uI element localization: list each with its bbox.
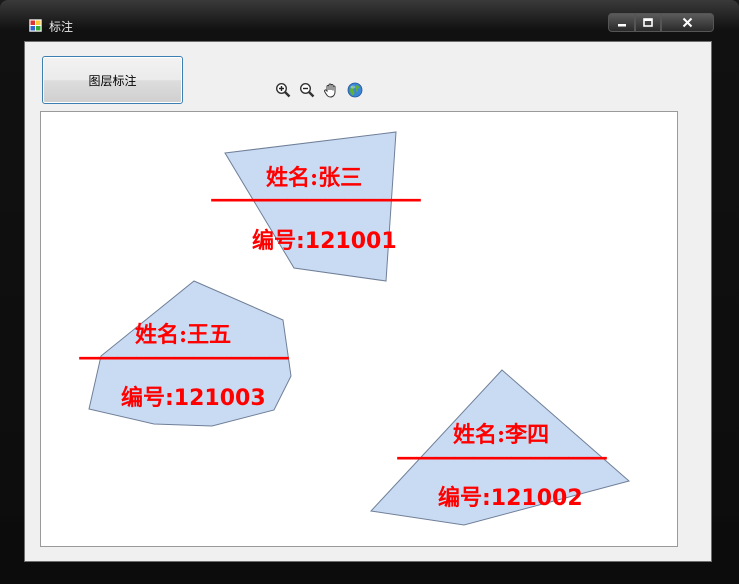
client-area: 图层标注 姓名:张三 ——————————— 编号:121001 姓名:王五 —…: [24, 41, 712, 562]
map-canvas[interactable]: 姓名:张三 ——————————— 编号:121001 姓名:王五 ——————…: [40, 111, 678, 547]
app-icon: [29, 19, 42, 32]
feature-number-label: 编号:121003: [121, 386, 266, 411]
map-toolbar: [275, 82, 363, 100]
close-button[interactable]: [661, 13, 714, 32]
feature-number-label: 编号:121002: [438, 486, 583, 511]
feature-number-label: 编号:121001: [252, 229, 397, 254]
layer-label-button[interactable]: 图层标注: [42, 56, 183, 104]
title-bar[interactable]: 标注: [0, 0, 739, 40]
feature-divider: ———————————: [210, 186, 422, 212]
maximize-button[interactable]: [635, 13, 661, 32]
window-title: 标注: [49, 20, 74, 34]
minimize-icon: [617, 23, 626, 26]
feature-divider: ———————————: [78, 344, 290, 370]
maximize-icon: [643, 17, 653, 27]
caption-buttons: [608, 13, 714, 32]
zoom-out-icon[interactable]: [299, 82, 315, 98]
globe-icon[interactable]: [347, 82, 363, 98]
feature-divider: ———————————: [396, 444, 608, 470]
pan-hand-icon[interactable]: [323, 82, 339, 98]
minimize-button[interactable]: [608, 13, 635, 32]
close-icon: [682, 17, 693, 28]
zoom-in-icon[interactable]: [275, 82, 291, 98]
app-window: 标注 图层标注 姓名:张三 ——————————— 编号:121001 姓名:王…: [0, 0, 739, 584]
